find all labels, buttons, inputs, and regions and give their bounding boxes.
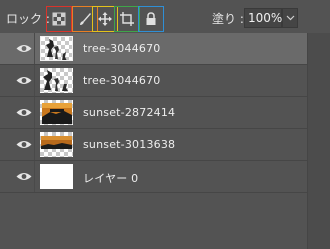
eye-icon[interactable]: [16, 139, 32, 150]
layer-name: sunset-3013638: [83, 138, 176, 151]
lock-label: ロック :: [6, 12, 50, 26]
fill-dropdown-button[interactable]: [282, 8, 298, 28]
layer-thumbnail: [40, 164, 73, 189]
scrollbar[interactable]: [307, 33, 330, 249]
layer-name: tree-3044670: [83, 74, 161, 87]
layer-name: sunset-2872414: [83, 106, 176, 119]
layer-row[interactable]: sunset-3013638: [0, 129, 307, 161]
lock-toolbar: ロック : 塗り: 100%: [0, 0, 330, 36]
layer-thumbnail: [40, 100, 73, 125]
layer-row[interactable]: レイヤー 0: [0, 161, 307, 193]
layer-list: tree-3044670 tree-3044670 sunset-2872414…: [0, 33, 307, 193]
layer-row[interactable]: sunset-2872414: [0, 97, 307, 129]
layer-name: レイヤー 0: [83, 172, 139, 185]
layer-row[interactable]: tree-3044670: [0, 65, 307, 97]
eye-icon[interactable]: [16, 107, 32, 118]
fill-label: 塗り :: [212, 12, 244, 26]
eye-icon[interactable]: [16, 43, 32, 54]
empty-layer-area: [0, 193, 307, 249]
layer-thumbnail: [40, 68, 73, 93]
fill-opacity-input[interactable]: 100%: [244, 8, 282, 28]
eye-icon[interactable]: [16, 75, 32, 86]
lock-transparent-pixels-icon[interactable]: [46, 6, 72, 32]
lock-all-icon[interactable]: [138, 6, 164, 32]
lock-artboard-icon[interactable]: [114, 6, 140, 32]
eye-icon[interactable]: [16, 171, 32, 182]
layer-row[interactable]: tree-3044670: [0, 33, 307, 65]
layer-name: tree-3044670: [83, 42, 161, 55]
layers-panel: ロック : 塗り: 100% tree-3044670 tree-304467…: [0, 0, 330, 249]
layer-thumbnail: [40, 132, 73, 157]
chevron-down-icon: [286, 15, 295, 21]
layer-thumbnail: [40, 36, 73, 61]
